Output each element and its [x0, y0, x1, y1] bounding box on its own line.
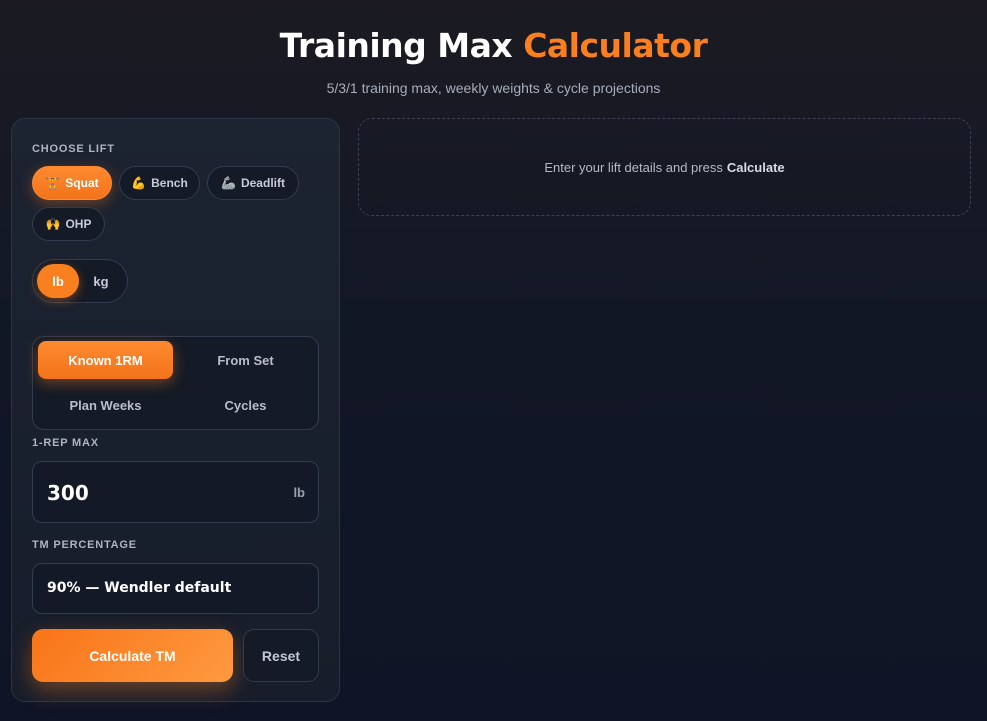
lift-chip-bench[interactable]: 💪 Bench: [119, 166, 200, 200]
lift-chip-label: Deadlift: [240, 176, 285, 190]
results-prompt: Enter your lift details and press: [544, 159, 723, 175]
tm-percentage-select[interactable]: 90% — Wendler default: [32, 563, 319, 614]
ohp-icon: 🙌: [45, 217, 61, 231]
page-header: Training Max Calculator 5/3/1 training m…: [0, 0, 987, 96]
page-title: Training Max Calculator: [0, 24, 987, 68]
one-rep-max-value: 300: [47, 481, 89, 505]
lift-chip-label: Squat: [65, 176, 99, 190]
results-prompt-bold: Calculate: [726, 159, 785, 175]
unit-toggle: lb kg: [32, 259, 128, 303]
lift-chip-label: OHP: [65, 217, 92, 231]
squat-icon: 🏋: [45, 176, 61, 190]
unit-kg-button[interactable]: kg: [80, 264, 122, 298]
deadlift-icon: 🦾: [221, 176, 236, 190]
one-rep-max-label: 1-REP MAX: [32, 437, 99, 449]
tm-percentage-label: TM PERCENTAGE: [32, 539, 137, 551]
mode-selector: Known 1RM From Set Plan Weeks Cycles: [32, 336, 319, 430]
results-placeholder: Enter your lift details and press Calcul…: [358, 118, 971, 216]
mode-plan-weeks[interactable]: Plan Weeks: [38, 386, 173, 424]
choose-lift-label: CHOOSE LIFT: [32, 143, 115, 155]
page-subtitle: 5/3/1 training max, weekly weights & cyc…: [326, 80, 661, 96]
calculator-panel: CHOOSE LIFT 🏋 Squat 💪 Bench 🦾 Deadlift 🙌…: [11, 118, 340, 702]
lift-chip-squat[interactable]: 🏋 Squat: [32, 166, 112, 200]
lift-chip-ohp[interactable]: 🙌 OHP: [32, 207, 105, 241]
mode-from-set[interactable]: From Set: [178, 341, 313, 379]
one-rep-max-input[interactable]: 300 lb: [32, 461, 319, 523]
title-main: Training Max: [279, 26, 513, 65]
unit-lb-button[interactable]: lb: [37, 264, 79, 298]
mode-known-1rm[interactable]: Known 1RM: [38, 341, 173, 379]
bench-icon: 💪: [131, 176, 147, 190]
calculate-button[interactable]: Calculate TM: [32, 629, 233, 682]
tm-percentage-value: 90% — Wendler default: [47, 580, 232, 596]
one-rep-max-unit: lb: [293, 485, 305, 500]
title-accent: Calculator: [523, 26, 708, 65]
reset-button[interactable]: Reset: [243, 629, 319, 682]
lift-chip-deadlift[interactable]: 🦾 Deadlift: [207, 166, 299, 200]
mode-cycles[interactable]: Cycles: [178, 386, 313, 424]
lift-chip-label: Bench: [151, 176, 188, 190]
